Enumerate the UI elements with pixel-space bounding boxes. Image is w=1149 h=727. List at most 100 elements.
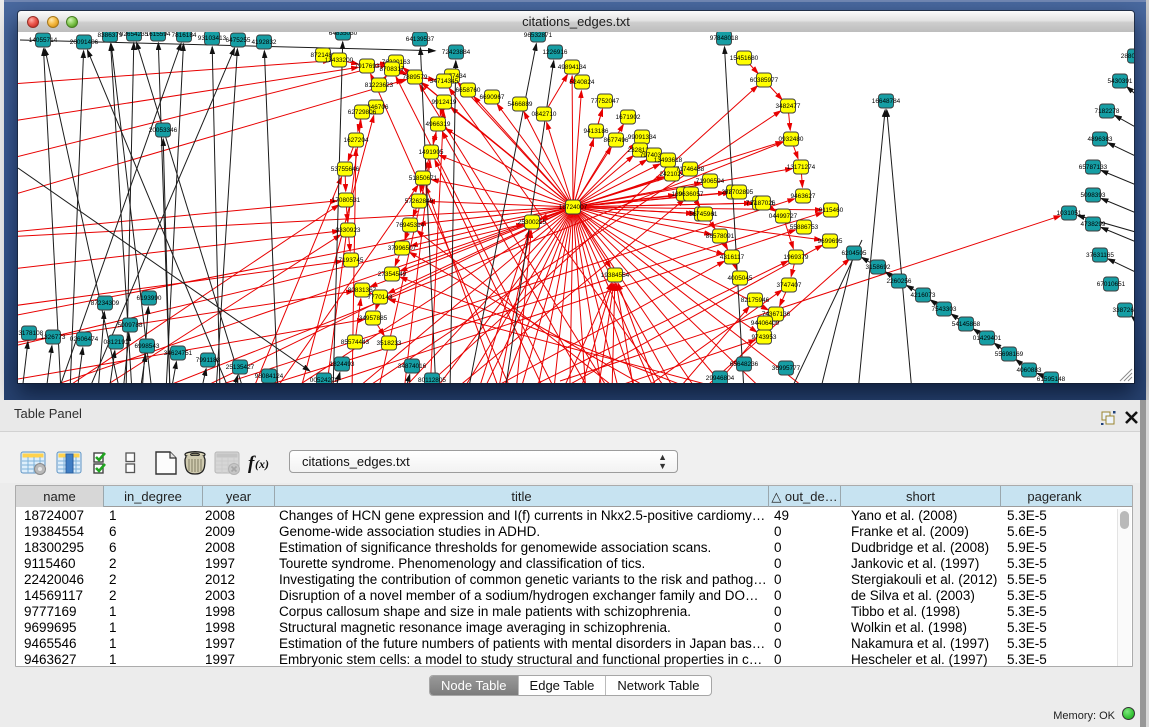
svg-text:25300215: 25300215: [518, 219, 547, 226]
svg-text:2260256: 2260256: [887, 278, 912, 285]
svg-text:6690967: 6690967: [480, 94, 505, 101]
svg-text:72423884: 72423884: [442, 49, 471, 56]
svg-text:62729806: 62729806: [348, 109, 377, 116]
svg-text:6658760: 6658760: [456, 87, 481, 94]
svg-text:5430391: 5430391: [1108, 78, 1133, 85]
svg-text:62702895: 62702895: [725, 189, 754, 196]
svg-text:6204505: 6204505: [842, 250, 867, 257]
svg-text:9912419: 9912419: [432, 99, 457, 106]
svg-text:54145868: 54145868: [952, 321, 981, 328]
svg-text:98084124: 98084124: [255, 373, 284, 380]
svg-text:1491905: 1491905: [419, 149, 444, 156]
svg-text:0812191: 0812191: [104, 339, 129, 346]
svg-text:67010651: 67010651: [1097, 281, 1126, 288]
svg-text:82175946: 82175946: [741, 297, 770, 304]
svg-text:99091334: 99091334: [628, 134, 657, 141]
svg-text:4896383: 4896383: [1088, 136, 1113, 143]
svg-text:7889579: 7889579: [403, 74, 428, 81]
svg-text:65648236: 65648236: [730, 361, 759, 368]
svg-text:65787133: 65787133: [1079, 164, 1108, 171]
svg-text:97848018: 97848018: [710, 35, 739, 42]
svg-text:3747407: 3747407: [777, 282, 802, 289]
svg-text:18724007: 18724007: [559, 204, 588, 211]
svg-text:37631165: 37631165: [1086, 252, 1114, 259]
svg-text:34714345: 34714345: [430, 78, 459, 85]
svg-text:25135427: 25135427: [226, 364, 255, 371]
svg-text:7991183: 7991183: [196, 357, 221, 364]
svg-text:1615594: 1615594: [146, 32, 171, 38]
svg-text:4738299: 4738299: [1081, 221, 1106, 228]
svg-text:6475255: 6475255: [226, 37, 251, 44]
svg-text:9463627: 9463627: [791, 193, 816, 200]
svg-text:61595148: 61595148: [1037, 376, 1066, 383]
svg-text:3387262: 3387262: [1113, 307, 1134, 314]
svg-text:85574443: 85574443: [341, 339, 370, 346]
svg-text:71746488: 71746488: [676, 166, 705, 173]
svg-text:7816184: 7816184: [172, 32, 197, 39]
svg-text:9699695: 9699695: [818, 238, 843, 245]
svg-text:80112805: 80112805: [418, 377, 446, 383]
svg-text:15451680: 15451680: [730, 55, 759, 62]
svg-text:0842710: 0842710: [532, 111, 557, 118]
svg-text:64835030: 64835030: [329, 32, 358, 37]
svg-text:4966319: 4966319: [426, 121, 451, 128]
svg-text:04499727: 04499727: [769, 213, 798, 220]
svg-text:64139537: 64139537: [406, 36, 435, 43]
svg-text:1745961: 1745961: [693, 211, 718, 218]
svg-text:37996507: 37996507: [388, 245, 417, 252]
svg-text:6193990: 6193990: [137, 295, 162, 302]
svg-text:96532871: 96532871: [524, 32, 553, 39]
svg-text:1226916: 1226916: [543, 49, 568, 56]
svg-text:1031051: 1031051: [1057, 210, 1082, 217]
svg-text:1824493: 1824493: [330, 361, 355, 368]
svg-text:60385977: 60385977: [750, 77, 779, 84]
svg-text:77752047: 77752047: [591, 98, 620, 105]
svg-text:28809570: 28809570: [1121, 53, 1134, 60]
svg-text:01429401: 01429401: [973, 335, 1002, 342]
svg-text:9743953: 9743953: [752, 334, 777, 341]
svg-text:02606474: 02606474: [70, 336, 99, 343]
svg-text:(x): (x): [255, 457, 269, 471]
svg-text:93103413: 93103413: [198, 35, 227, 42]
svg-text:4216073: 4216073: [911, 292, 936, 299]
svg-text:94406409: 94406409: [751, 320, 780, 327]
svg-text:71906594: 71906594: [696, 178, 725, 185]
svg-text:3482477: 3482477: [776, 103, 801, 110]
svg-text:7543303: 7543303: [932, 306, 957, 313]
svg-text:53755646: 53755646: [331, 166, 360, 173]
svg-text:55698169: 55698169: [995, 351, 1024, 358]
svg-text:36995777: 36995777: [772, 365, 801, 372]
svg-text:34874016: 34874016: [398, 363, 427, 370]
svg-text:3518233: 3518233: [377, 340, 402, 347]
svg-text:57262849: 57262849: [405, 198, 434, 205]
svg-text:4192832: 4192832: [252, 39, 277, 46]
svg-text:00524278: 00524278: [310, 377, 339, 383]
svg-text:20053346: 20053346: [149, 127, 178, 134]
svg-text:13493618: 13493618: [654, 157, 683, 164]
svg-text:13433200: 13433200: [325, 57, 354, 64]
svg-text:55886753: 55886753: [790, 224, 819, 231]
svg-text:51850671: 51850671: [409, 175, 438, 182]
svg-text:13171274: 13171274: [787, 164, 816, 171]
svg-text:1671902: 1671902: [616, 114, 641, 121]
svg-text:9413186: 9413186: [584, 128, 609, 135]
svg-text:87234309: 87234309: [91, 300, 120, 307]
svg-text:9636057: 9636057: [679, 191, 704, 198]
svg-text:29946804: 29946804: [706, 375, 735, 382]
svg-text:34624751: 34624751: [164, 350, 193, 357]
svg-text:19384554: 19384554: [601, 272, 630, 279]
svg-text:02654235: 02654235: [120, 32, 149, 38]
svg-text:9115460: 9115460: [819, 207, 844, 214]
svg-text:76945314: 76945314: [396, 222, 425, 229]
svg-text:49894134: 49894134: [558, 64, 587, 71]
svg-text:3158692: 3158692: [866, 264, 891, 271]
svg-text:1627204: 1627204: [344, 137, 369, 144]
svg-text:4060883: 4060883: [1017, 367, 1042, 374]
svg-text:1326773: 1326773: [41, 334, 66, 341]
svg-text:0932480: 0932480: [779, 136, 804, 143]
svg-text:4005045: 4005045: [728, 275, 753, 282]
svg-text:5466889: 5466889: [508, 101, 533, 108]
svg-text:7187026: 7187026: [751, 200, 776, 207]
svg-text:4316117: 4316117: [720, 254, 745, 261]
svg-text:27354549: 27354549: [378, 271, 407, 278]
